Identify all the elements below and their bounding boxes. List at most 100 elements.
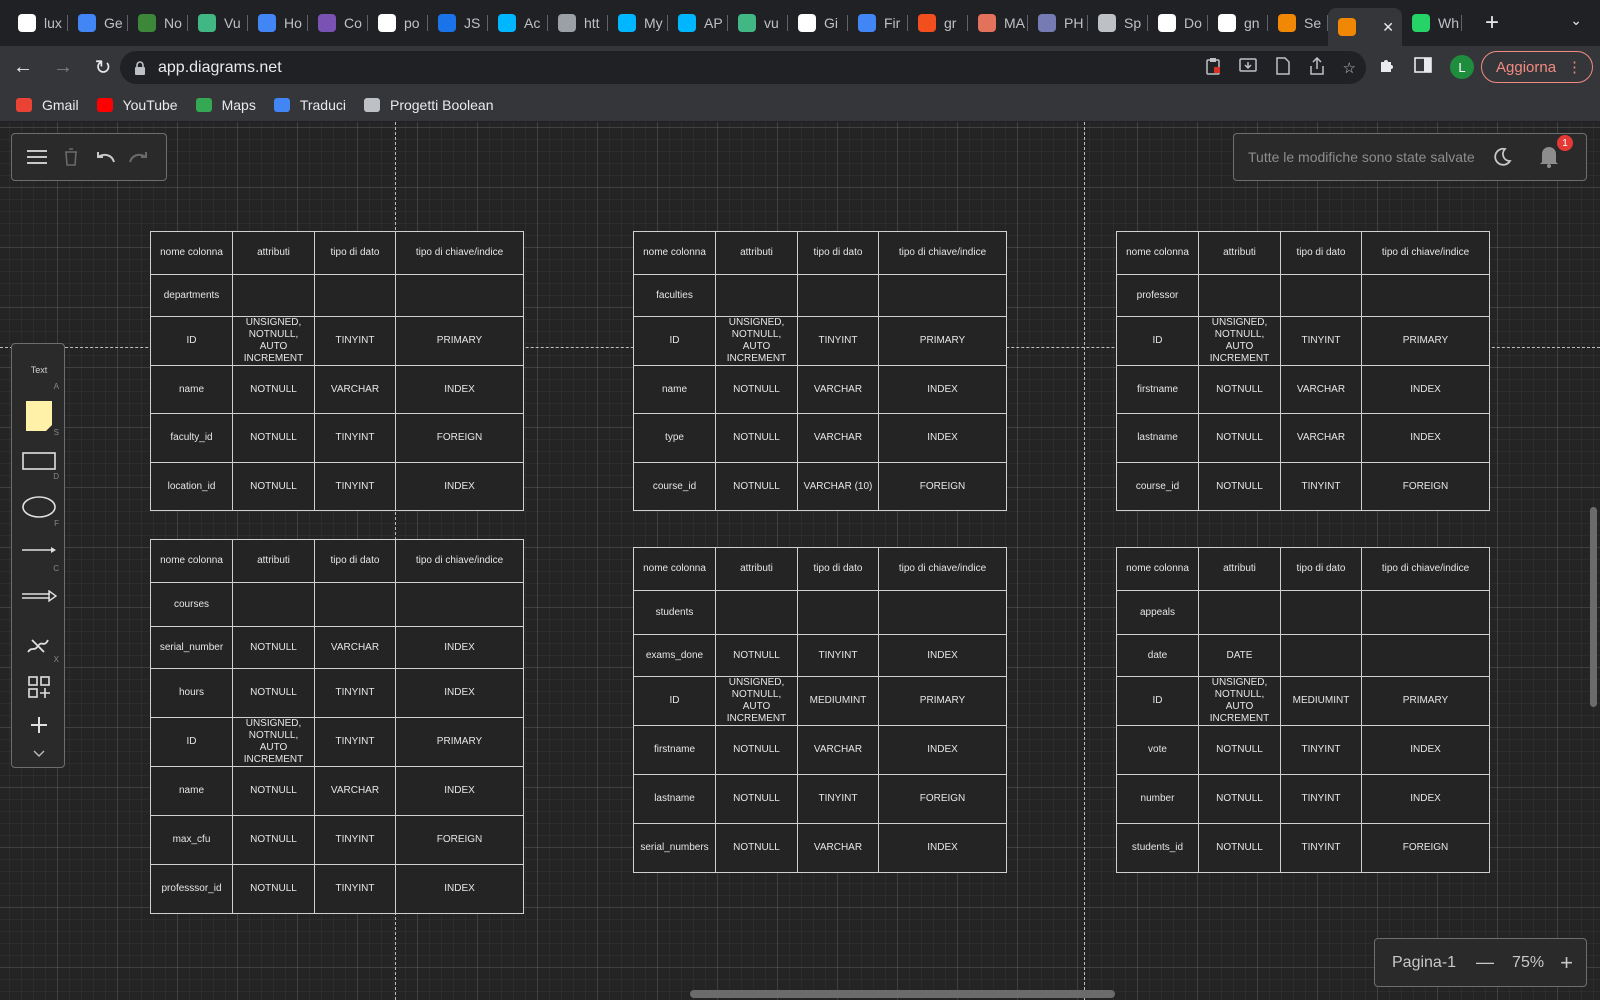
install-app-icon[interactable] [1238, 57, 1257, 78]
reading-icon[interactable] [1275, 56, 1291, 79]
table-row[interactable]: course_id NOTNULL TINYINT FOREIGN [1116, 462, 1490, 511]
browser-tab[interactable]: AP [668, 6, 728, 40]
browser-tab[interactable]: JS [428, 6, 488, 40]
table-header-row[interactable]: nome colonna attributi tipo di dato tipo di… [1116, 547, 1490, 591]
column-header[interactable]: tipo di dato [1280, 231, 1362, 275]
table-row[interactable]: ID UNSIGNED, NOTNULL, AUTO INCREMENT MEDIU… [1116, 676, 1490, 726]
table-cell[interactable]: NOTNULL [715, 462, 798, 511]
table-header-row[interactable]: nome colonna attributi tipo di dato tipo di… [633, 547, 1007, 591]
table-cell[interactable]: name [150, 766, 233, 816]
browser-tab[interactable]: htt [548, 6, 608, 40]
table-cell[interactable] [878, 274, 1007, 317]
table-row[interactable]: ID UNSIGNED, NOTNULL, AUTO INCREMENT TINYI… [150, 316, 524, 366]
table-cell[interactable]: exams_done [633, 634, 716, 677]
table-cell[interactable]: INDEX [395, 365, 524, 414]
browser-tab[interactable]: Ac [488, 6, 548, 40]
table-row[interactable]: hours NOTNULL TINYINT INDEX [150, 668, 524, 718]
table-cell[interactable]: max_cfu [150, 815, 233, 865]
table-cell[interactable]: TINYINT [314, 316, 396, 366]
horizontal-scrollbar[interactable] [690, 990, 1115, 998]
table-cell[interactable]: ID [1116, 676, 1199, 726]
browser-tab[interactable]: Ge [68, 6, 128, 40]
table-cell[interactable]: ID [150, 717, 233, 767]
table-cell[interactable]: FOREIGN [1361, 462, 1490, 511]
table-cell[interactable]: TINYINT [314, 413, 396, 463]
table-row[interactable]: max_cfu NOTNULL TINYINT FOREIGN [150, 815, 524, 865]
table-cell[interactable]: VARCHAR (10) [797, 462, 879, 511]
table-cell[interactable]: NOTNULL [715, 365, 798, 414]
column-header[interactable]: tipo di chiave/indice [395, 231, 524, 275]
table-cell[interactable]: TINYINT [314, 815, 396, 865]
browser-tab[interactable]: Sp [1088, 6, 1148, 40]
table-row[interactable]: professsor_id NOTNULL TINYINT INDEX [150, 864, 524, 914]
column-header[interactable]: attributi [1198, 231, 1281, 275]
table-title-row[interactable]: professor [1116, 274, 1490, 317]
table-row[interactable]: faculty_id NOTNULL TINYINT FOREIGN [150, 413, 524, 463]
table-cell[interactable] [1361, 274, 1490, 317]
table-cell[interactable]: NOTNULL [232, 365, 315, 414]
table-cell[interactable]: NOTNULL [232, 626, 315, 669]
table-cell[interactable] [1280, 274, 1362, 317]
browser-tab[interactable]: Ho [248, 6, 308, 40]
table-row[interactable]: course_id NOTNULL VARCHAR (10) FOREIGN [633, 462, 1007, 511]
table-cell[interactable]: VARCHAR [314, 365, 396, 414]
column-header[interactable]: tipo di dato [314, 231, 396, 275]
table-cell[interactable]: ID [1116, 316, 1199, 366]
share-icon[interactable] [1309, 56, 1325, 79]
column-header[interactable]: attributi [715, 231, 798, 275]
table-cell[interactable]: NOTNULL [715, 634, 798, 677]
table-cell[interactable]: VARCHAR [1280, 365, 1362, 414]
table-row[interactable]: ID UNSIGNED, NOTNULL, AUTO INCREMENT MEDIU… [633, 676, 1007, 726]
table-cell[interactable] [395, 582, 524, 627]
column-header[interactable]: tipo di chiave/indice [395, 539, 524, 583]
table-cell[interactable]: UNSIGNED, NOTNULL, AUTO INCREMENT [1198, 316, 1281, 366]
table-cell[interactable]: lastname [1116, 413, 1199, 463]
table-cell[interactable] [232, 582, 315, 627]
table-cell[interactable]: FOREIGN [395, 413, 524, 463]
table-cell[interactable]: UNSIGNED, NOTNULL, AUTO INCREMENT [715, 316, 798, 366]
table-row[interactable]: name NOTNULL VARCHAR INDEX [633, 365, 1007, 414]
table-row[interactable]: firstname NOTNULL VARCHAR INDEX [633, 725, 1007, 775]
clipboard-icon[interactable] [1205, 57, 1221, 79]
table-cell[interactable]: UNSIGNED, NOTNULL, AUTO INCREMENT [715, 676, 798, 726]
browser-tab[interactable]: gr [908, 6, 968, 40]
table-row[interactable]: name NOTNULL VARCHAR INDEX [150, 766, 524, 816]
table-cell[interactable]: ID [633, 676, 716, 726]
table-cell[interactable]: TINYINT [314, 864, 396, 914]
table-cell[interactable]: professsor_id [150, 864, 233, 914]
table-cell[interactable] [878, 590, 1007, 635]
table-cell[interactable]: faculty_id [150, 413, 233, 463]
zoom-in-icon[interactable]: + [1560, 950, 1573, 976]
delete-icon[interactable] [60, 146, 82, 168]
table-cell[interactable]: NOTNULL [715, 413, 798, 463]
new-tab-icon[interactable]: + [1478, 9, 1506, 37]
table-cell[interactable]: course_id [1116, 462, 1199, 511]
more-menu-icon[interactable]: ⋮ [1567, 58, 1582, 76]
table-cell[interactable]: NOTNULL [232, 668, 315, 718]
table-courses[interactable]: nome colonna attributi tipo di dato tipo di… [150, 539, 524, 914]
profile-avatar[interactable]: L [1450, 55, 1474, 79]
reload-icon[interactable]: ↻ [86, 50, 120, 84]
column-header[interactable]: tipo di chiave/indice [878, 547, 1007, 591]
table-cell[interactable]: FOREIGN [878, 774, 1007, 824]
table-cell[interactable]: NOTNULL [232, 815, 315, 865]
table-cell[interactable] [1361, 634, 1490, 677]
table-cell[interactable]: TINYINT [1280, 725, 1362, 775]
table-cell[interactable] [715, 590, 798, 635]
table-cell[interactable] [1198, 590, 1281, 635]
table-cell[interactable]: MEDIUMINT [1280, 676, 1362, 726]
table-cell[interactable]: NOTNULL [1198, 823, 1281, 873]
table-title-row[interactable]: students [633, 590, 1007, 635]
table-cell[interactable]: VARCHAR [797, 823, 879, 873]
browser-tab[interactable]: gn [1208, 6, 1268, 40]
table-row[interactable]: vote NOTNULL TINYINT INDEX [1116, 725, 1490, 775]
back-icon[interactable]: ← [6, 50, 40, 84]
table-cell[interactable]: FOREIGN [1361, 823, 1490, 873]
table-cell[interactable]: VARCHAR [797, 365, 879, 414]
table-title-row[interactable]: appeals [1116, 590, 1490, 635]
table-row[interactable]: firstname NOTNULL VARCHAR INDEX [1116, 365, 1490, 414]
table-row[interactable]: ID UNSIGNED, NOTNULL, AUTO INCREMENT TINYI… [150, 717, 524, 767]
table-cell[interactable]: serial_number [150, 626, 233, 669]
column-header[interactable]: tipo di dato [314, 539, 396, 583]
column-header[interactable]: attributi [1198, 547, 1281, 591]
